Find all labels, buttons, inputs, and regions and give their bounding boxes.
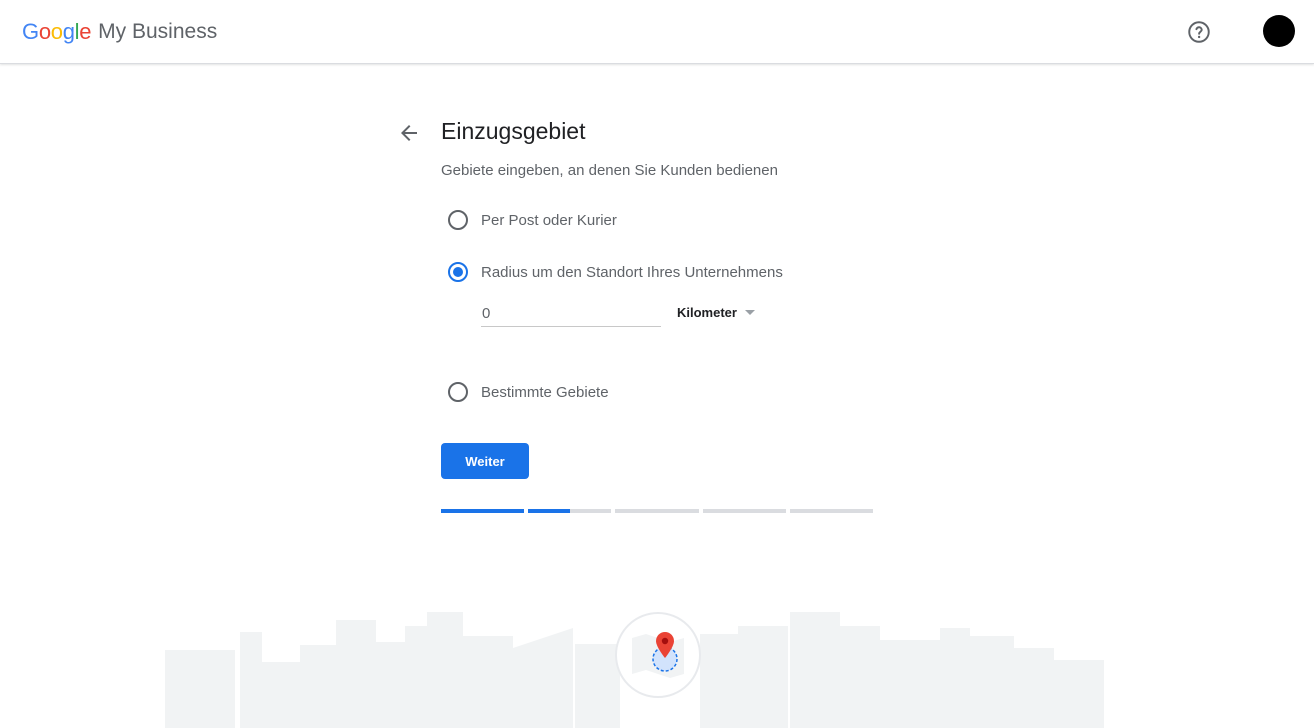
account-avatar[interactable] [1263, 15, 1295, 47]
option-radius[interactable]: Radius um den Standort Ihres Unternehmen… [448, 262, 783, 282]
google-wordmark: Google [22, 19, 91, 45]
progress-segment [702, 509, 786, 513]
option-label: Bestimmte Gebiete [481, 383, 609, 401]
logo-letter: o [38, 19, 51, 44]
google-my-business-logo[interactable]: Google My Business [22, 17, 217, 47]
progress-segment [615, 509, 699, 513]
product-name: My Business [98, 20, 218, 43]
logo-letter: e [79, 19, 92, 44]
progress-segment [441, 509, 525, 513]
unit-dropdown[interactable]: Kilometer [677, 305, 755, 320]
option-label: Per Post oder Kurier [481, 211, 617, 229]
radio-button[interactable] [448, 382, 468, 402]
progress-segment [789, 509, 874, 513]
option-per-post[interactable]: Per Post oder Kurier [448, 210, 617, 230]
progress-segment-fill [441, 509, 525, 513]
help-button[interactable] [1186, 19, 1212, 45]
page-subtitle: Gebiete eingeben, an denen Sie Kunden be… [441, 162, 778, 179]
caret-down-icon [744, 310, 755, 315]
progress-segment-fill [528, 509, 570, 513]
option-specific-areas[interactable]: Bestimmte Gebiete [448, 382, 609, 402]
map-pin-badge [615, 612, 701, 698]
progress-indicator [441, 509, 874, 513]
help-circle-icon [1188, 21, 1210, 43]
radius-input[interactable] [481, 300, 661, 327]
logo-letter: G [22, 19, 39, 44]
top-bar: Google My Business [0, 0, 1314, 64]
next-button[interactable]: Weiter [441, 443, 529, 479]
back-button[interactable] [397, 121, 421, 145]
arrow-back-icon [401, 125, 417, 141]
radio-button-checked[interactable] [448, 262, 468, 282]
logo-letter: o [50, 19, 63, 44]
page-title: Einzugsgebiet [441, 118, 586, 144]
option-label: Radius um den Standort Ihres Unternehmen… [481, 263, 783, 281]
radio-button[interactable] [448, 210, 468, 230]
city-skyline-illustration [0, 590, 1314, 728]
unit-selected-value: Kilometer [677, 305, 737, 320]
logo-letter: g [62, 19, 75, 44]
progress-segment [528, 509, 612, 513]
